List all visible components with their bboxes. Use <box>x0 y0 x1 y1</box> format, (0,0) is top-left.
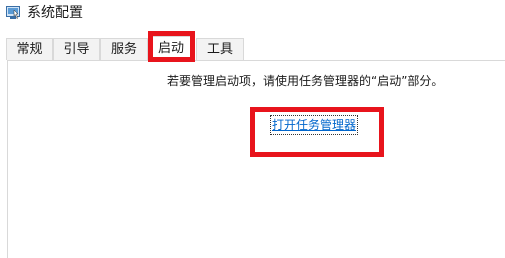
tab-tools[interactable]: 工具 <box>196 38 244 60</box>
startup-info-text: 若要管理启动项，请使用任务管理器的“启动”部分。 <box>167 74 444 88</box>
tab-services[interactable]: 服务 <box>100 38 148 60</box>
startup-panel: 若要管理启动项，请使用任务管理器的“启动”部分。 打开任务管理器 <box>7 60 505 258</box>
tab-startup[interactable]: 启动 <box>148 36 194 61</box>
tab-strip: 常规 引导 服务 启动 工具 <box>0 36 505 61</box>
title-bar: 系统配置 <box>0 0 505 28</box>
tab-boot[interactable]: 引导 <box>53 38 100 60</box>
tab-general[interactable]: 常规 <box>6 38 53 60</box>
open-task-manager-link[interactable]: 打开任务管理器 <box>269 115 359 135</box>
system-config-icon <box>6 5 20 19</box>
window-title: 系统配置 <box>27 5 83 21</box>
